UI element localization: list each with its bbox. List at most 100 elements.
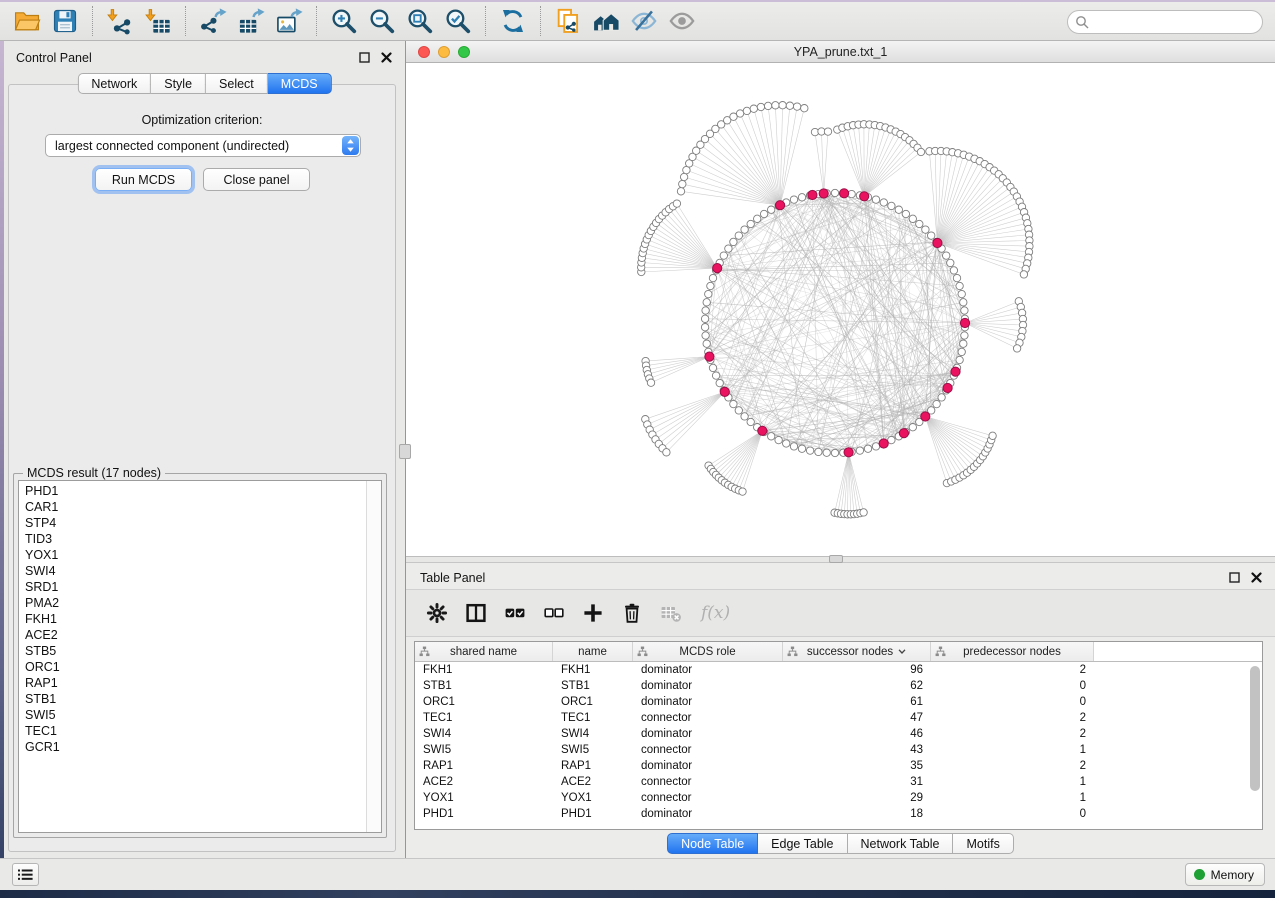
graph-hub-node[interactable] xyxy=(713,264,722,273)
horizontal-split-handle[interactable] xyxy=(829,555,843,563)
table-row[interactable]: RAP1RAP1dominator352 xyxy=(415,758,1262,774)
show-columns-button[interactable] xyxy=(463,600,489,626)
table-row[interactable]: SWI4SWI4dominator462 xyxy=(415,726,1262,742)
graph-node[interactable] xyxy=(798,194,805,201)
import-table-button[interactable] xyxy=(141,5,175,37)
graph-node[interactable] xyxy=(716,379,723,386)
graph-node[interactable] xyxy=(909,424,916,431)
graph-node[interactable] xyxy=(747,418,754,425)
graph-node[interactable] xyxy=(768,433,775,440)
mcds-result-item[interactable]: STP4 xyxy=(19,515,365,531)
close-panel-button[interactable] xyxy=(380,50,393,63)
mcds-result-item[interactable]: TEC1 xyxy=(19,723,365,739)
graph-hub-node[interactable] xyxy=(758,426,767,435)
graph-node[interactable] xyxy=(798,445,805,452)
function-builder-button[interactable]: f(x) xyxy=(701,603,730,623)
graph-hub-node[interactable] xyxy=(943,383,952,392)
graph-node[interactable] xyxy=(947,259,954,266)
graph-node[interactable] xyxy=(831,189,838,196)
table-row[interactable]: STB1STB1dominator620 xyxy=(415,678,1262,694)
graph-hub-node[interactable] xyxy=(776,201,785,210)
table-row[interactable]: ORC1ORC1dominator610 xyxy=(415,694,1262,710)
graph-node[interactable] xyxy=(701,324,708,331)
network-window-titlebar[interactable]: YPA_prune.txt_1 xyxy=(406,41,1275,63)
column-header-successor-nodes[interactable]: successor nodes xyxy=(783,642,931,661)
graph-node[interactable] xyxy=(943,252,950,259)
graph-node[interactable] xyxy=(757,103,764,110)
table-row[interactable]: PHD1PHD1dominator180 xyxy=(415,806,1262,822)
graph-node[interactable] xyxy=(709,364,716,371)
create-column-button[interactable] xyxy=(580,600,606,626)
mcds-result-item[interactable]: FKH1 xyxy=(19,611,365,627)
graph-node[interactable] xyxy=(725,245,732,252)
graph-node[interactable] xyxy=(730,400,737,407)
run-mcds-button[interactable]: Run MCDS xyxy=(95,168,192,191)
zoom-fit-button[interactable] xyxy=(403,5,437,37)
mcds-result-item[interactable]: PMA2 xyxy=(19,595,365,611)
table-row[interactable]: FKH1FKH1dominator962 xyxy=(415,662,1262,678)
graph-node[interactable] xyxy=(764,102,771,109)
memory-button[interactable]: Memory xyxy=(1185,863,1265,886)
network-graph[interactable] xyxy=(406,63,1275,556)
mcds-list-scrollbar[interactable] xyxy=(366,481,381,832)
tab-style[interactable]: Style xyxy=(151,73,206,94)
graph-node[interactable] xyxy=(677,188,684,195)
tab-node-table[interactable]: Node Table xyxy=(667,833,758,854)
graph-hub-node[interactable] xyxy=(720,387,729,396)
graph-node[interactable] xyxy=(888,436,895,443)
graph-hub-node[interactable] xyxy=(705,352,714,361)
graph-hub-node[interactable] xyxy=(844,448,853,457)
graph-node[interactable] xyxy=(880,199,887,206)
table-row[interactable]: TEC1TEC1connector472 xyxy=(415,710,1262,726)
mcds-result-item[interactable]: RAP1 xyxy=(19,675,365,691)
graph-hub-node[interactable] xyxy=(879,439,888,448)
graph-node[interactable] xyxy=(663,449,670,456)
graph-node[interactable] xyxy=(730,238,737,245)
graph-node[interactable] xyxy=(741,413,748,420)
graph-node[interactable] xyxy=(902,210,909,217)
graph-node[interactable] xyxy=(958,290,965,297)
graph-node[interactable] xyxy=(647,379,654,386)
tab-motifs[interactable]: Motifs xyxy=(953,833,1013,854)
graph-node[interactable] xyxy=(938,394,945,401)
mcds-result-list[interactable]: PHD1CAR1STP4TID3YOX1SWI4SRD1PMA2FKH1ACE2… xyxy=(18,480,382,833)
graph-node[interactable] xyxy=(953,274,960,281)
graph-node[interactable] xyxy=(703,299,710,306)
show-all-button[interactable] xyxy=(665,5,699,37)
network-canvas[interactable] xyxy=(406,63,1275,556)
graph-hub-node[interactable] xyxy=(960,318,969,327)
graph-node[interactable] xyxy=(933,400,940,407)
mcds-result-item[interactable]: TID3 xyxy=(19,531,365,547)
save-session-button[interactable] xyxy=(48,5,82,37)
graph-node[interactable] xyxy=(750,105,757,112)
column-header-shared-name[interactable]: shared name xyxy=(415,642,553,661)
tab-edge-table[interactable]: Edge Table xyxy=(758,833,847,854)
graph-node[interactable] xyxy=(961,307,968,314)
graph-node[interactable] xyxy=(1020,271,1027,278)
float-table-panel-button[interactable] xyxy=(1228,570,1241,583)
mcds-result-item[interactable]: ACE2 xyxy=(19,627,365,643)
graph-node[interactable] xyxy=(779,102,786,109)
table-row[interactable]: ACE2ACE2connector311 xyxy=(415,774,1262,790)
graph-node[interactable] xyxy=(709,274,716,281)
graph-node[interactable] xyxy=(680,173,687,180)
export-image-button[interactable] xyxy=(272,5,306,37)
new-network-from-selection-button[interactable] xyxy=(551,5,585,37)
search-input[interactable] xyxy=(1093,14,1253,30)
graph-node[interactable] xyxy=(872,196,879,203)
graph-node[interactable] xyxy=(741,226,748,233)
column-header-name[interactable]: name xyxy=(553,642,633,661)
graph-node[interactable] xyxy=(735,407,742,414)
graph-node[interactable] xyxy=(754,215,761,222)
optimization-criterion-select[interactable]: largest connected component (undirected) xyxy=(45,134,361,157)
table-scrollbar-thumb[interactable] xyxy=(1250,666,1260,791)
graph-node[interactable] xyxy=(775,436,782,443)
graph-node[interactable] xyxy=(958,348,965,355)
close-table-panel-button[interactable] xyxy=(1250,570,1263,583)
graph-node[interactable] xyxy=(824,128,831,135)
graph-node[interactable] xyxy=(872,443,879,450)
graph-node[interactable] xyxy=(801,105,808,112)
table-row[interactable]: YOX1YOX1connector291 xyxy=(415,790,1262,806)
zoom-selected-button[interactable] xyxy=(441,5,475,37)
graph-node[interactable] xyxy=(922,226,929,233)
